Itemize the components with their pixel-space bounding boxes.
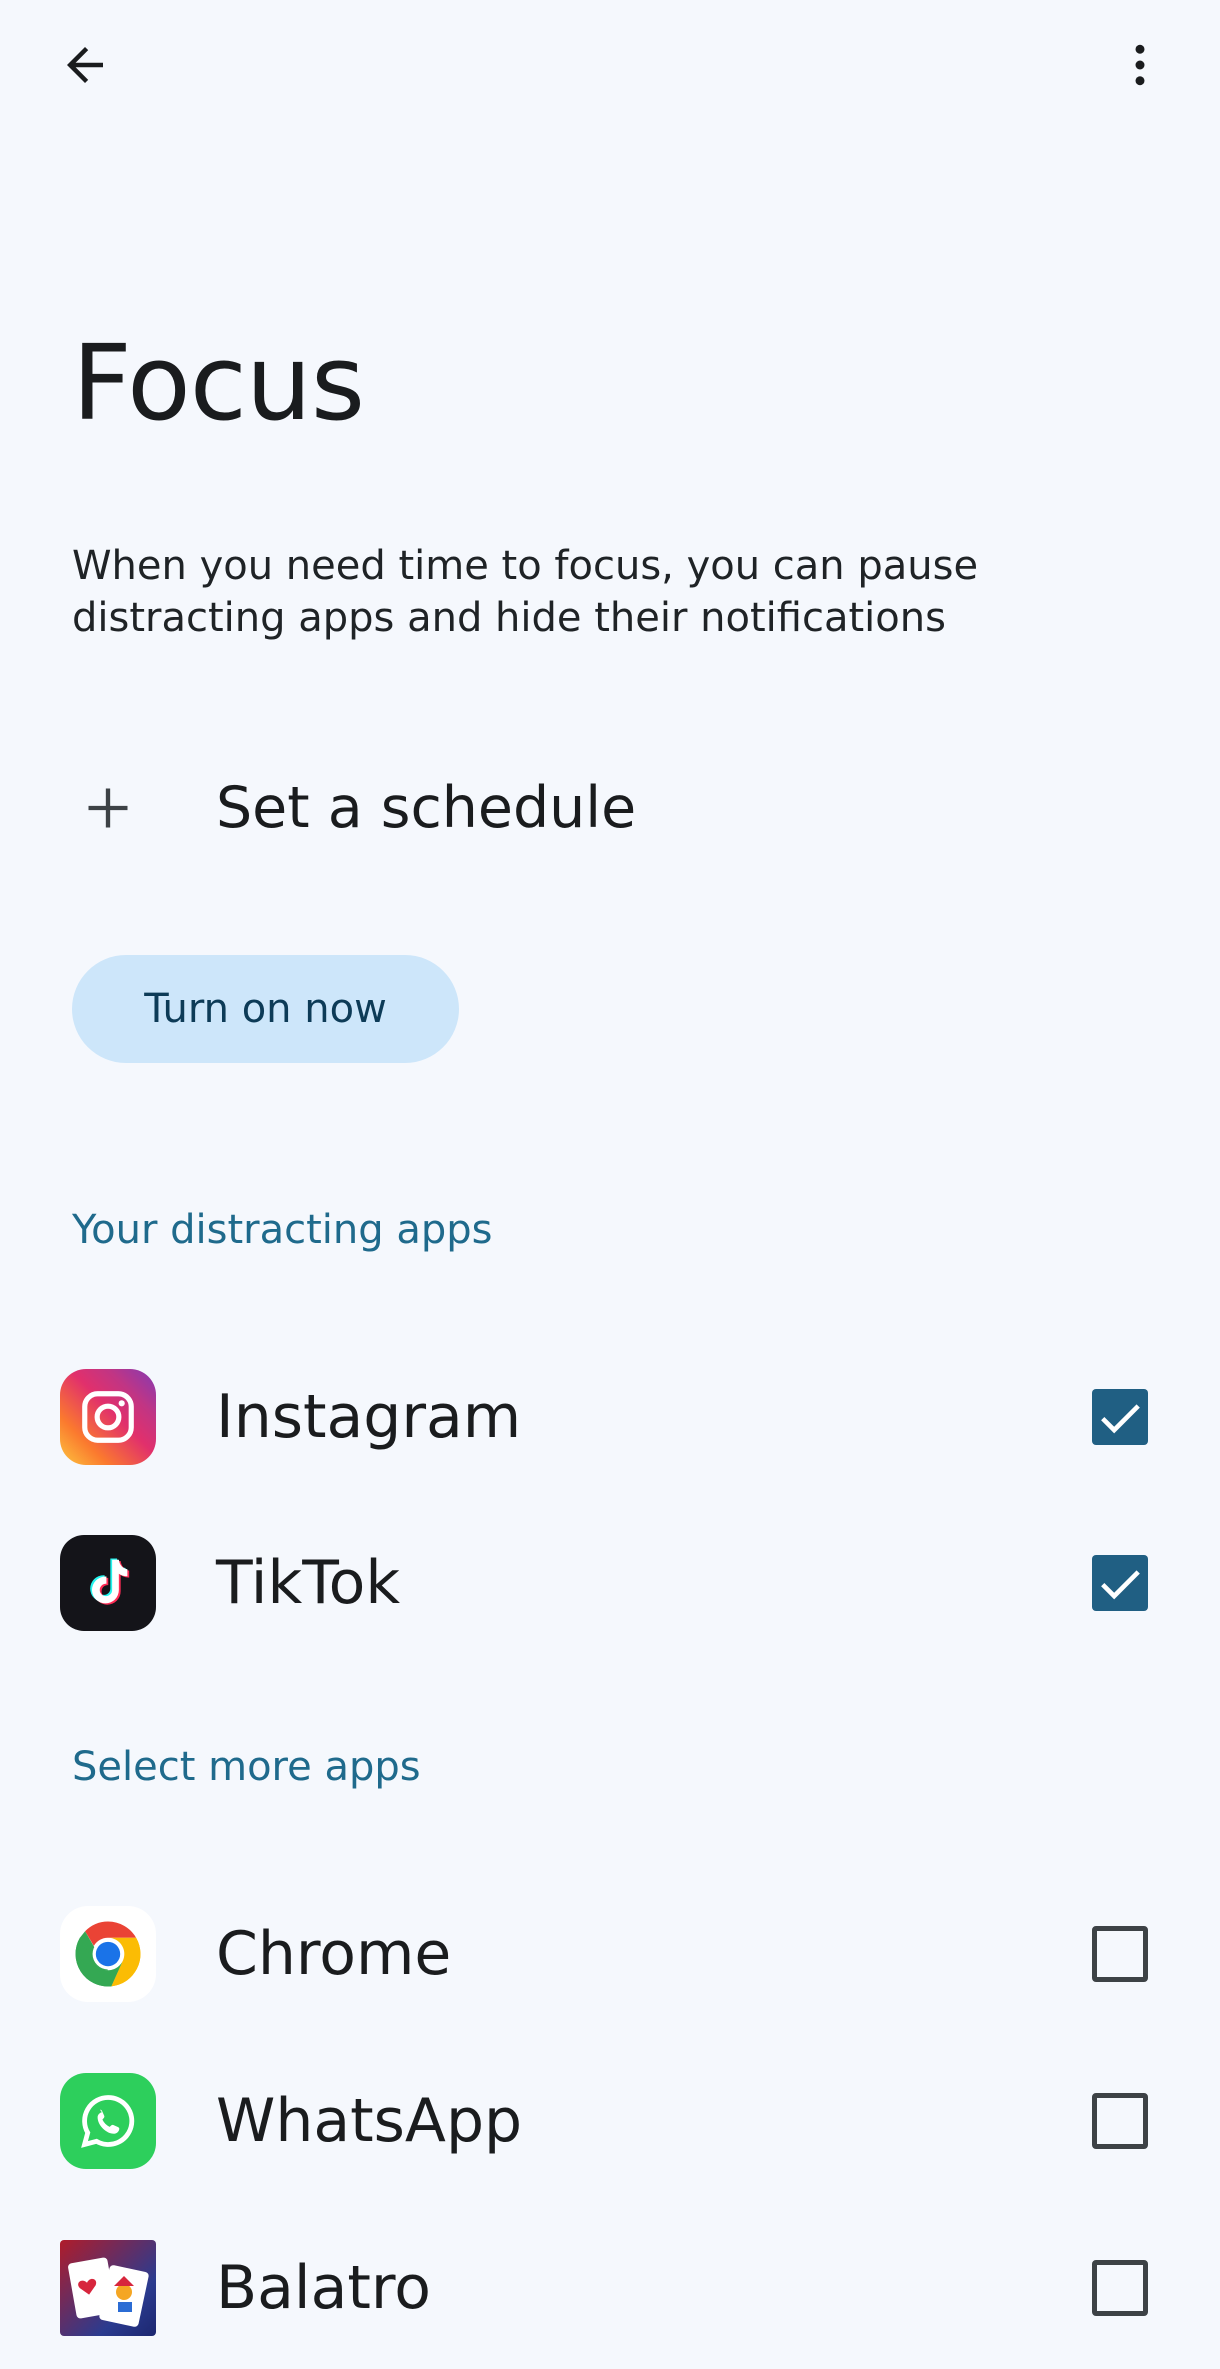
- app-checkbox-unchecked[interactable]: [1092, 1926, 1148, 1982]
- focus-settings-page: Focus When you need time to focus, you c…: [0, 0, 1220, 2369]
- back-button[interactable]: [40, 20, 130, 110]
- app-row-instagram[interactable]: Instagram: [60, 1362, 1160, 1472]
- app-name: Instagram: [216, 1382, 522, 1452]
- app-checkbox-checked[interactable]: [1092, 1389, 1148, 1445]
- app-checkbox-unchecked[interactable]: [1092, 2093, 1148, 2149]
- instagram-icon: [60, 1369, 156, 1465]
- more-options-button[interactable]: [1095, 20, 1185, 110]
- app-row-chrome[interactable]: Chrome: [60, 1899, 1160, 2009]
- page-title: Focus: [72, 322, 365, 444]
- app-name: Chrome: [216, 1919, 452, 1989]
- distracting-apps-header: Your distracting apps: [72, 1207, 493, 1253]
- app-row-tiktok[interactable]: TikTok: [60, 1528, 1160, 1638]
- page-description: When you need time to focus, you can pau…: [72, 543, 979, 641]
- app-row-balatro[interactable]: Balatro: [60, 2233, 1160, 2343]
- app-row-whatsapp[interactable]: WhatsApp: [60, 2066, 1160, 2176]
- whatsapp-icon: [60, 2073, 156, 2169]
- set-schedule-item[interactable]: Set a schedule: [60, 745, 1160, 870]
- turn-on-now-button[interactable]: Turn on now: [72, 955, 459, 1063]
- set-schedule-label: Set a schedule: [216, 774, 637, 841]
- balatro-icon: [60, 2240, 156, 2336]
- app-name: TikTok: [216, 1548, 401, 1618]
- tiktok-icon: [60, 1535, 156, 1631]
- select-more-apps-header: Select more apps: [72, 1744, 421, 1790]
- plus-icon: [60, 760, 155, 855]
- arrow-left-icon: [67, 47, 103, 83]
- app-checkbox-checked[interactable]: [1092, 1555, 1148, 1611]
- app-checkbox-unchecked[interactable]: [1092, 2260, 1148, 2316]
- more-vert-icon: [1135, 44, 1145, 86]
- chrome-icon: [60, 1906, 156, 2002]
- app-name: WhatsApp: [216, 2086, 523, 2156]
- check-icon: [1101, 1404, 1140, 1434]
- app-name: Balatro: [216, 2253, 431, 2323]
- check-icon: [1101, 1570, 1140, 1600]
